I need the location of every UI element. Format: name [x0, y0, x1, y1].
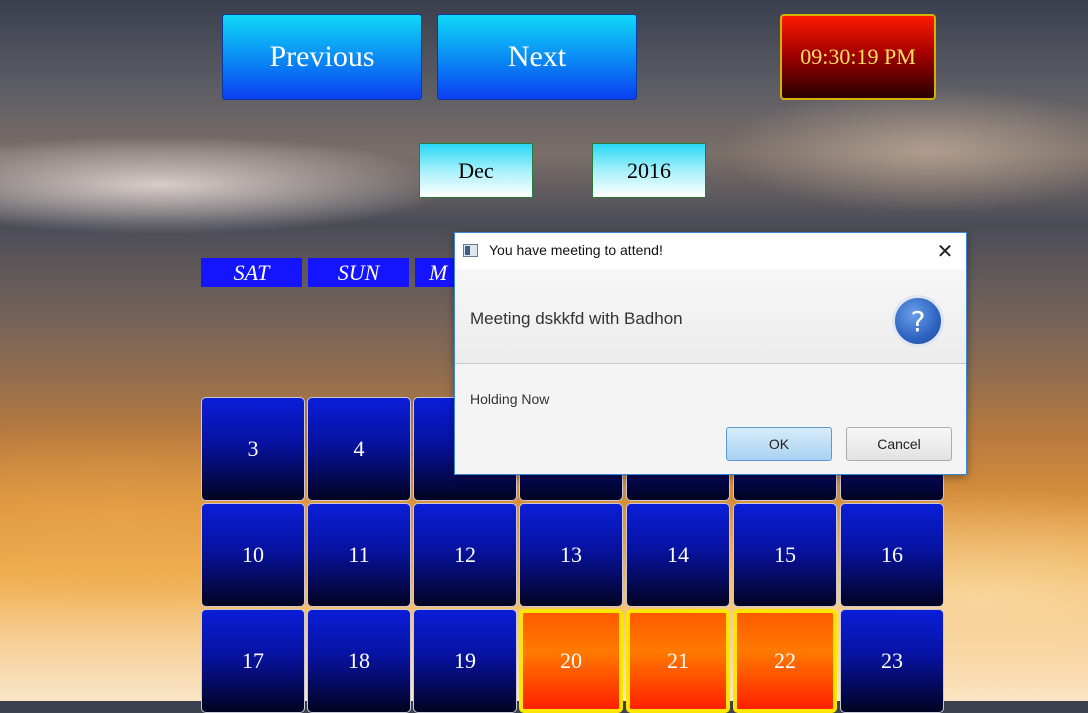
day-cell[interactable]: 18	[307, 609, 411, 713]
day-cell[interactable]: 15	[733, 503, 837, 607]
dialog-content-text: Holding Now	[470, 391, 550, 407]
day-header-mon: M	[415, 258, 455, 287]
day-cell[interactable]: 11	[307, 503, 411, 607]
day-cell[interactable]: 19	[413, 609, 517, 713]
day-cell[interactable]: 16	[840, 503, 944, 607]
day-cell[interactable]: 4	[307, 397, 411, 501]
dialog-message: Meeting dskkfd with Badhon	[470, 309, 683, 328]
previous-button[interactable]: Previous	[222, 14, 422, 100]
day-cell[interactable]: 17	[201, 609, 305, 713]
day-header-sun: SUN	[308, 258, 409, 287]
dialog-titlebar: You have meeting to attend! ✕	[455, 233, 966, 269]
close-icon[interactable]: ✕	[930, 237, 960, 265]
year-display: 2016	[592, 143, 706, 198]
day-cell[interactable]: 23	[840, 609, 944, 713]
app-window-icon	[463, 244, 478, 257]
day-cell[interactable]: 3	[201, 397, 305, 501]
cancel-button[interactable]: Cancel	[846, 427, 952, 461]
day-cell-highlighted[interactable]: 20	[519, 609, 623, 713]
meeting-alert-dialog: You have meeting to attend! ✕ Meeting ds…	[454, 232, 967, 475]
clock-display: 09:30:19 PM	[780, 14, 936, 100]
next-button[interactable]: Next	[437, 14, 637, 100]
dialog-title: You have meeting to attend!	[489, 242, 663, 258]
dialog-header: Meeting dskkfd with Badhon ?	[455, 269, 966, 364]
day-cell-highlighted[interactable]: 22	[733, 609, 837, 713]
day-cell[interactable]: 14	[626, 503, 730, 607]
day-cell-highlighted[interactable]: 21	[626, 609, 730, 713]
ok-button[interactable]: OK	[726, 427, 832, 461]
month-display: Dec	[419, 143, 533, 198]
day-cell[interactable]: 12	[413, 503, 517, 607]
day-cell[interactable]: 13	[519, 503, 623, 607]
question-icon: ?	[892, 295, 944, 347]
day-header-sat: SAT	[201, 258, 302, 287]
day-cell[interactable]: 10	[201, 503, 305, 607]
